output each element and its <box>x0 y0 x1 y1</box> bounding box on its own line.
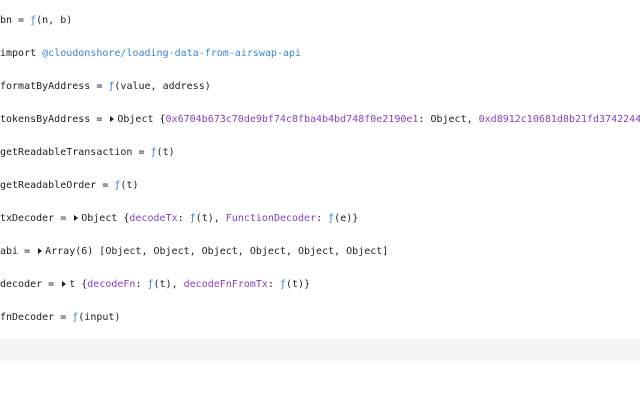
cell-txDecoder[interactable]: txDecoder = Object {decodeTx: ƒ(t), Func… <box>0 211 640 227</box>
cell-token: 0xd8912c10681d8b21fd3742244f44658dba1226… <box>478 114 640 125</box>
cell-abi[interactable]: abi = Array(6) [Object, Object, Object, … <box>0 244 640 260</box>
cell-token: getReadableOrder = <box>0 180 115 191</box>
cell-token: Object { <box>81 213 130 224</box>
cell-token: t { <box>69 279 88 290</box>
cell-token: @cloudonshore/loading-data-from-airswap-… <box>42 48 302 59</box>
cell-bn[interactable]: bn = ƒ(n, b) <box>0 13 640 29</box>
cell-token: txDecoder = <box>0 213 73 224</box>
cell-getReadableOrder[interactable]: getReadableOrder = ƒ(t) <box>0 178 640 194</box>
cell-token: (t)} <box>286 279 311 290</box>
cell-token: : <box>135 279 148 290</box>
cell-decoder[interactable]: decoder = t {decodeFn: ƒ(t), decodeFnFro… <box>0 277 640 293</box>
cell-token: (value, address) <box>114 81 211 92</box>
expand-triangle-icon[interactable] <box>110 116 115 122</box>
cell-token: Object { <box>117 114 166 125</box>
cell-token: (t), <box>195 213 226 224</box>
cell-token: : <box>177 213 190 224</box>
expand-triangle-icon[interactable] <box>62 281 67 287</box>
cell-token: decoder = <box>0 279 61 290</box>
cell-token: (t) <box>120 180 139 191</box>
cell-token: (input) <box>78 312 121 323</box>
cell-token: decodeFnFromTx <box>183 279 268 290</box>
cell-token: fnDecoder = <box>0 312 73 323</box>
cell-token: (t), <box>153 279 184 290</box>
cell-token: decodeTx <box>129 213 178 224</box>
cell-token: (t) <box>156 147 175 158</box>
cell-token: getReadableTransaction = <box>0 147 151 158</box>
cell-token: : Object, <box>418 114 479 125</box>
cell-token: : <box>316 213 329 224</box>
cell-token: Array(6) [Object, Object, Object, Object… <box>45 246 389 257</box>
cell-tokensByAddress[interactable]: tokensByAddress = Object {0x6704b673c70d… <box>0 112 640 128</box>
cell-formatByAddress[interactable]: formatByAddress = ƒ(value, address) <box>0 79 640 95</box>
cell-token: : <box>267 279 280 290</box>
cell-token: decodeFn <box>87 279 136 290</box>
cell-import[interactable]: import @cloudonshore/loading-data-from-a… <box>0 46 640 62</box>
cell-token: FunctionDecoder <box>225 213 317 224</box>
cell-token: import <box>0 48 43 59</box>
cell-token: formatByAddress = <box>0 81 109 92</box>
expand-triangle-icon[interactable] <box>74 215 79 221</box>
new-cell-input[interactable] <box>0 338 640 361</box>
cell-token: bn = <box>0 15 31 26</box>
cell-getReadableTransaction[interactable]: getReadableTransaction = ƒ(t) <box>0 145 640 161</box>
cell-fnDecoder[interactable]: fnDecoder = ƒ(input) <box>0 310 640 326</box>
cell-token: tokensByAddress = <box>0 114 109 125</box>
cell-token: abi = <box>0 246 37 257</box>
cell-token: (e)} <box>334 213 359 224</box>
cell-token: 0x6704b673c70de9bf74c8fba4b4bd748f0e2190… <box>165 114 419 125</box>
cell-token: (n, b) <box>36 15 73 26</box>
expand-triangle-icon[interactable] <box>38 248 43 254</box>
